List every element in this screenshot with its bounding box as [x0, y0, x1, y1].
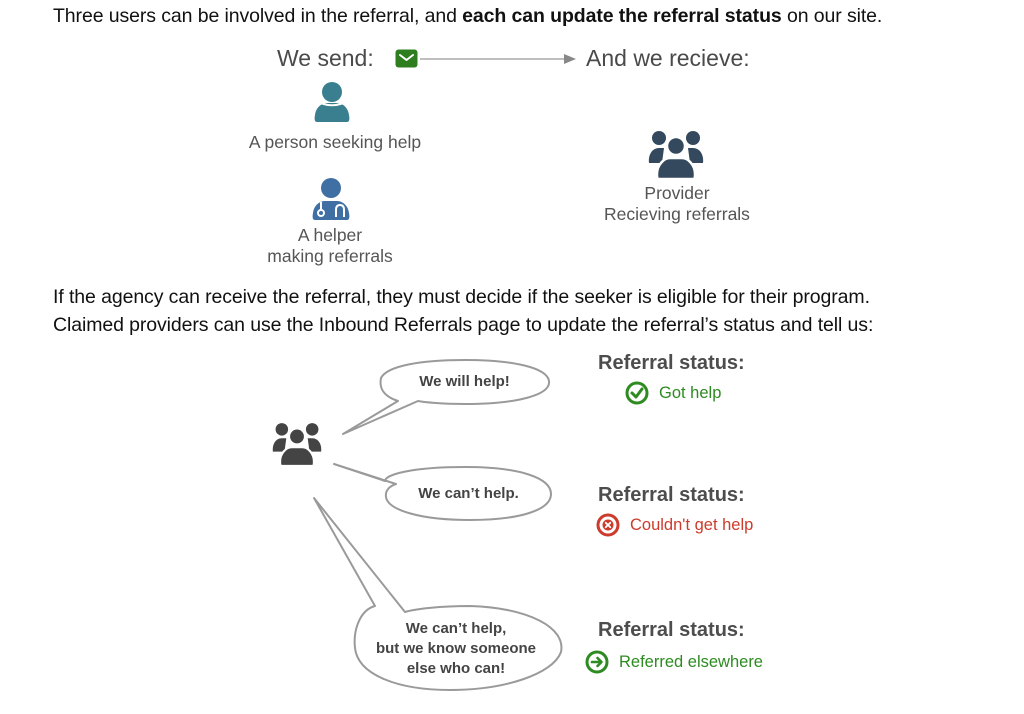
status-couldnt-get-help: Couldn't get help — [596, 513, 753, 537]
bubble-text-3: We can’t help, but we know someone else … — [356, 619, 556, 679]
bubble-line: else who can! — [406, 660, 506, 677]
bubble-line: We can’t help. — [418, 485, 519, 502]
bubble-line: but we know someone — [375, 640, 537, 657]
speech-bubbles — [313, 359, 563, 691]
provider-group-icon — [272, 421, 322, 468]
status-label: Got help — [659, 383, 722, 402]
x-circle-icon — [596, 513, 620, 537]
status-title-1: Referral status: — [598, 352, 745, 374]
status-label: Referred elsewhere — [619, 652, 763, 671]
status-referred-elsewhere: Referred elsewhere — [585, 650, 763, 674]
bubble-line: We can’t help, — [405, 620, 507, 637]
status-got-help: Got help — [625, 381, 721, 405]
arrow-circle-icon — [585, 650, 609, 674]
status-title-2: Referral status: — [598, 484, 745, 506]
bubble-text-2: We can’t help. — [386, 484, 551, 504]
check-circle-icon — [625, 381, 649, 405]
bubble-line: We will help! — [419, 373, 510, 390]
bubble-text-1: We will help! — [382, 372, 547, 392]
status-label: Couldn't get help — [630, 515, 754, 534]
status-title-3: Referral status: — [598, 619, 745, 641]
